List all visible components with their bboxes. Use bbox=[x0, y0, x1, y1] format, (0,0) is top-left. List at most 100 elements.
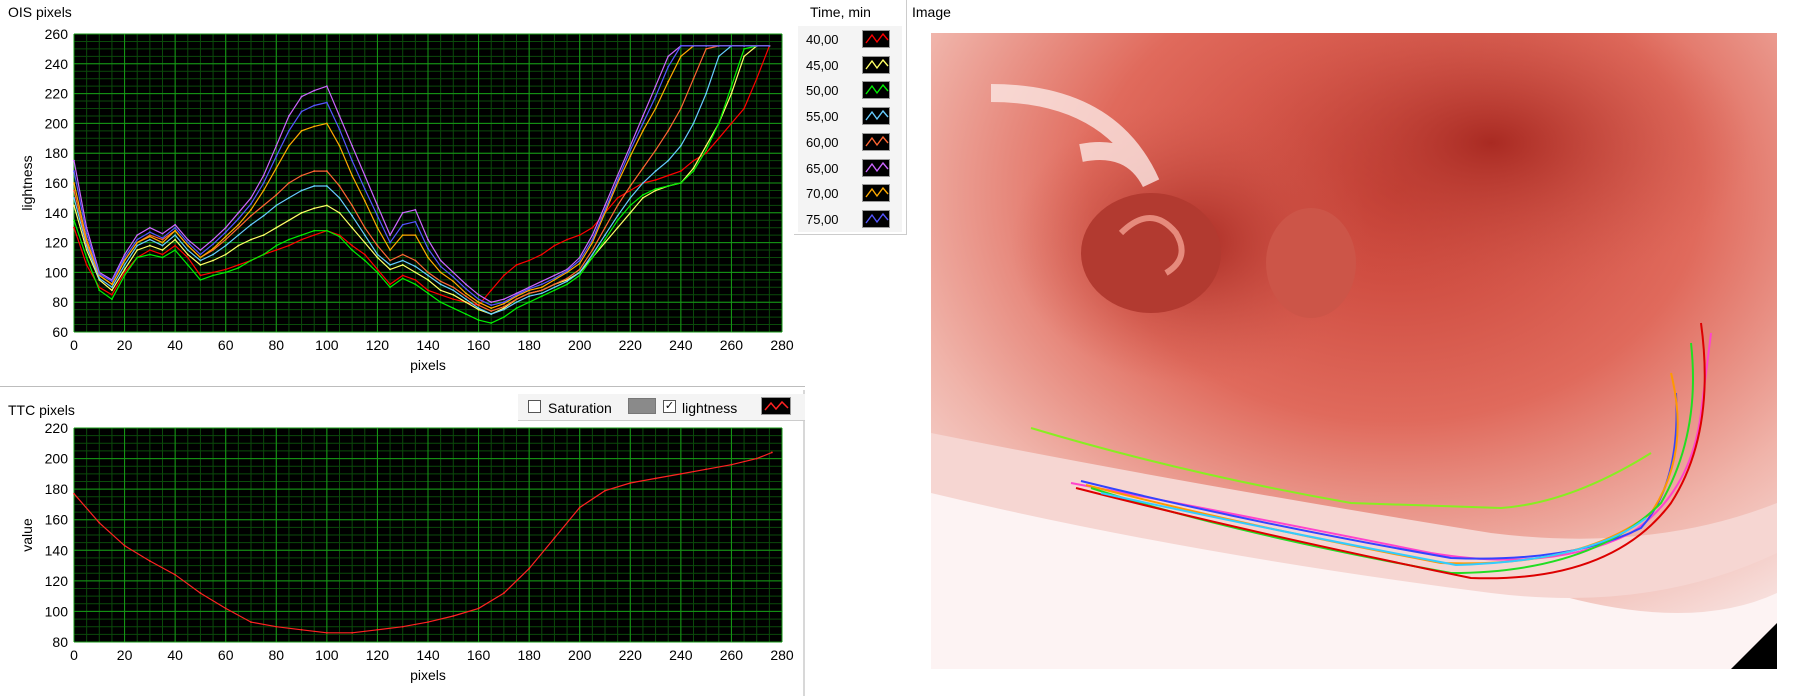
legend-entry[interactable]: 50,00 bbox=[798, 77, 898, 103]
legend-entry[interactable]: 70,00 bbox=[798, 180, 898, 206]
ois-data-point bbox=[73, 170, 75, 172]
ois-data-point bbox=[578, 262, 581, 265]
ois-data-point bbox=[212, 253, 214, 256]
ois-data-point bbox=[148, 253, 151, 256]
ois-data-point bbox=[401, 234, 404, 237]
lightness-label: lightness bbox=[682, 400, 738, 416]
legend-swatch[interactable] bbox=[862, 81, 890, 100]
ois-data-point bbox=[376, 271, 379, 274]
legend-swatch[interactable] bbox=[862, 30, 890, 48]
ois-data-point bbox=[604, 238, 606, 241]
ois-data-point bbox=[591, 241, 594, 244]
ois-data-point bbox=[540, 289, 543, 292]
legend-entry-label: 50,00 bbox=[806, 83, 839, 99]
legend-entry[interactable]: 40,00 bbox=[798, 26, 898, 52]
ois-data-point bbox=[477, 319, 480, 321]
ois-data-point bbox=[654, 188, 657, 190]
legend-entry[interactable]: 55,00 bbox=[798, 103, 898, 129]
ois-data-point bbox=[363, 253, 366, 256]
legend-entry[interactable]: 60,00 bbox=[798, 129, 898, 155]
ttc-data-point bbox=[325, 631, 328, 634]
ois-data-point bbox=[389, 234, 391, 237]
legend-swatch[interactable] bbox=[862, 107, 890, 126]
legend-entry[interactable]: 65,00 bbox=[798, 155, 898, 181]
ois-data-point bbox=[604, 204, 606, 207]
ois-data-point bbox=[275, 144, 278, 147]
embryo-image[interactable] bbox=[931, 33, 1777, 669]
ois-data-point bbox=[148, 244, 151, 247]
ois-data-point bbox=[578, 259, 581, 262]
ttc-x-tick-label: 220 bbox=[619, 647, 643, 663]
legend-entry-label: 55,00 bbox=[806, 109, 839, 125]
saturation-swatch[interactable] bbox=[628, 398, 656, 414]
legend-swatch[interactable] bbox=[862, 184, 890, 203]
legend-entry[interactable]: 75,00 bbox=[798, 206, 898, 232]
ois-data-point bbox=[111, 289, 113, 292]
ois-data-point bbox=[351, 226, 354, 229]
ois-data-point bbox=[439, 301, 442, 304]
ois-data-point bbox=[743, 107, 745, 110]
legend-swatch[interactable] bbox=[862, 158, 890, 177]
ois-data-point bbox=[654, 95, 657, 98]
ois-y-tick-label: 120 bbox=[45, 235, 69, 251]
ois-data-point bbox=[325, 170, 328, 172]
ois-data-point bbox=[212, 259, 214, 262]
ois-data-point bbox=[161, 253, 164, 256]
ois-data-point bbox=[73, 219, 75, 222]
ois-data-point bbox=[262, 189, 265, 192]
ois-data-point bbox=[401, 277, 404, 280]
ois-data-point bbox=[515, 301, 518, 304]
ttc-x-axis-label: pixels bbox=[410, 667, 446, 683]
ois-data-point bbox=[174, 223, 177, 226]
legend-entry[interactable]: 45,00 bbox=[798, 52, 898, 78]
ois-data-point bbox=[325, 185, 328, 187]
ois-data-point bbox=[667, 55, 670, 58]
ois-data-point bbox=[578, 256, 581, 259]
ois-data-point bbox=[186, 241, 189, 244]
ois-data-point bbox=[490, 313, 493, 316]
ois-data-point bbox=[148, 238, 151, 241]
legend-swatch[interactable] bbox=[862, 55, 890, 74]
ois-y-tick-label: 60 bbox=[52, 324, 68, 340]
ois-data-point bbox=[616, 179, 619, 181]
ois-data-point bbox=[414, 271, 417, 274]
legend-swatch[interactable] bbox=[862, 209, 890, 228]
ois-data-point bbox=[540, 292, 543, 295]
lightness-checkbox[interactable]: ✓ bbox=[663, 400, 676, 413]
ois-chart: 0 20 40 60 80 100 120 140 160 180 200 220 240 260 280 6… bbox=[19, 26, 794, 373]
ois-data-point bbox=[212, 247, 214, 250]
lightness-swatch[interactable] bbox=[761, 397, 791, 415]
ois-data-point bbox=[313, 89, 316, 92]
ois-data-point bbox=[692, 77, 695, 80]
ois-data-point bbox=[629, 197, 632, 199]
ttc-x-tick-label: 200 bbox=[568, 647, 592, 663]
ois-data-point bbox=[642, 129, 644, 132]
ois-data-point bbox=[389, 264, 391, 266]
ois-data-point bbox=[427, 256, 429, 259]
ois-data-point bbox=[237, 244, 240, 247]
ois-data-point bbox=[338, 144, 341, 147]
ois-y-tick-label: 80 bbox=[52, 294, 68, 310]
ois-data-point bbox=[553, 274, 556, 277]
ois-data-point bbox=[111, 286, 113, 289]
ois-data-point bbox=[161, 232, 164, 235]
ois-data-point bbox=[401, 259, 404, 262]
ois-data-point bbox=[98, 277, 101, 280]
ois-data-point bbox=[679, 45, 682, 47]
ois-data-point bbox=[439, 280, 442, 283]
ois-data-point bbox=[186, 238, 189, 241]
ois-data-point bbox=[452, 286, 455, 289]
legend-swatch[interactable] bbox=[862, 132, 890, 151]
ois-data-point bbox=[174, 226, 177, 229]
image-scrollbar[interactable] bbox=[1784, 33, 1812, 669]
ois-data-point bbox=[389, 259, 391, 262]
ttc-data-point bbox=[705, 468, 708, 471]
ois-data-point bbox=[136, 249, 139, 251]
ois-data-point bbox=[148, 231, 151, 234]
ois-data-point bbox=[136, 256, 139, 259]
ois-data-point bbox=[313, 207, 316, 210]
saturation-checkbox[interactable] bbox=[528, 400, 541, 413]
ois-data-point bbox=[401, 253, 404, 256]
ois-data-point bbox=[338, 128, 341, 131]
ois-data-point bbox=[452, 298, 455, 301]
